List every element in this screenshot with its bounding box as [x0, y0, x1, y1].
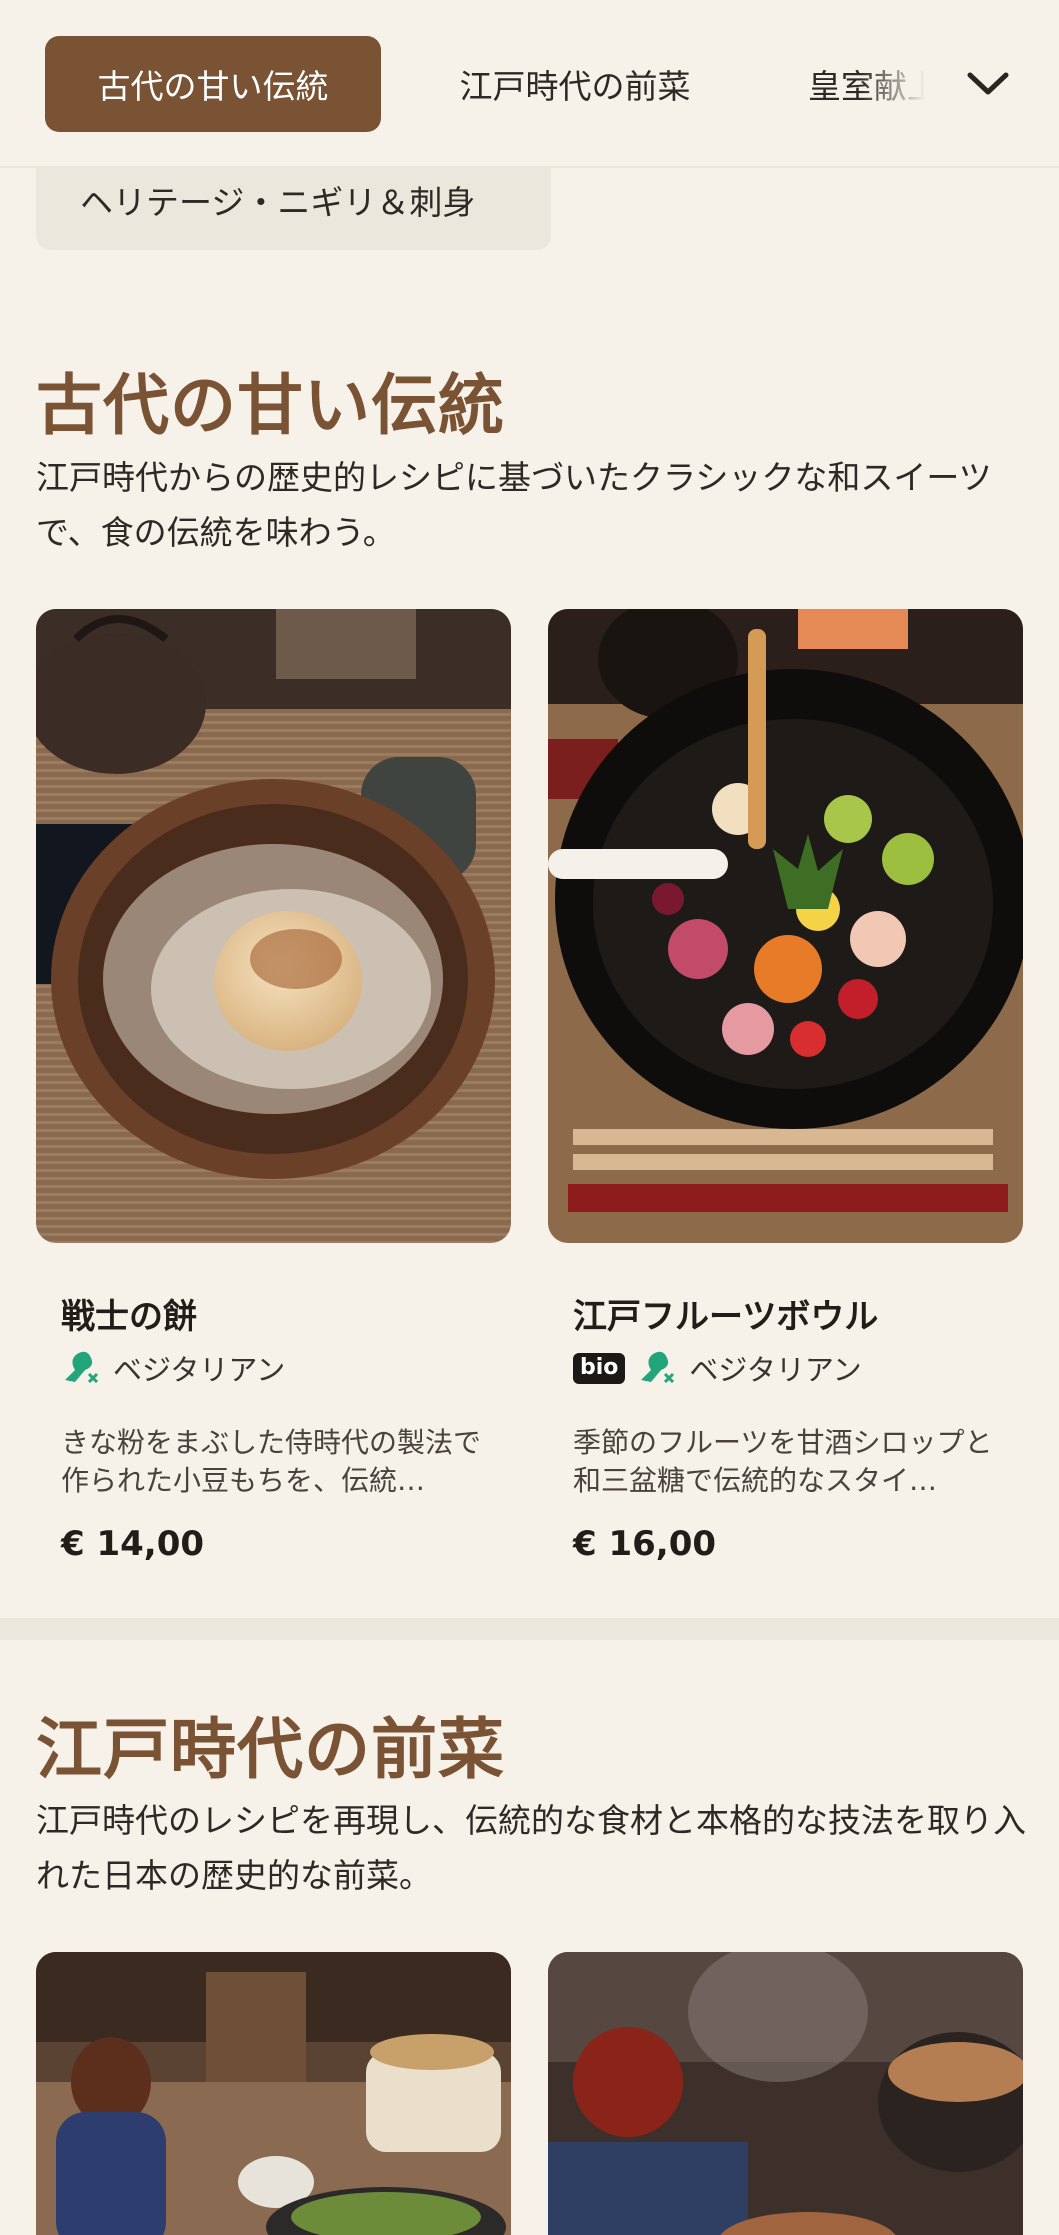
menu-item-card[interactable]: [36, 1952, 511, 2235]
dietary-tags: ベジタリアン: [61, 1347, 285, 1389]
chevron-down-icon[interactable]: [962, 60, 1014, 108]
dish-photo-warrior-mochi: [36, 609, 511, 1243]
category-nav: 古代の甘い伝統 江戸時代の前菜 皇室献上: [0, 0, 1059, 168]
dish-photo-appetizer: [36, 1952, 511, 2235]
tab-ancient-sweets[interactable]: 古代の甘い伝統: [45, 36, 381, 132]
vegetarian-leg-icon: [61, 1350, 101, 1386]
section-title-ancient-sweets: 古代の甘い伝統: [36, 367, 505, 444]
bio-badge: bio: [573, 1352, 626, 1384]
section-description: 江戸時代からの歴史的レシピに基づいたクラシックな和スイーツで、食の伝統を味わう。: [36, 458, 992, 552]
menu-item-card[interactable]: 戦士の餅 ベジタリアン きな粉をまぶした侍時代の製法で作られた小豆もちを、伝統……: [36, 609, 511, 1579]
vegetarian-leg-icon: [637, 1350, 677, 1386]
dish-name: 江戸フルーツボウル: [573, 1297, 879, 1337]
section-description: 江戸時代のレシピを再現し、伝統的な食材と本格的な技法を取り入れた日本の歴史的な前…: [36, 1801, 1026, 1895]
dish-photo-edo-fruit-bowl: [548, 609, 1023, 1243]
dish-price: € 14,00: [61, 1524, 205, 1564]
tab-fade-overlay: [860, 36, 970, 132]
dish-price: € 16,00: [573, 1524, 717, 1564]
dietary-tags: bio ベジタリアン: [573, 1347, 862, 1389]
section-title-edo-appetizers: 江戸時代の前菜: [36, 1711, 505, 1788]
diet-label: ベジタリアン: [689, 1353, 862, 1387]
diet-label: ベジタリアン: [113, 1353, 286, 1387]
dish-name: 戦士の餅: [61, 1297, 197, 1337]
menu-item-card[interactable]: [548, 1952, 1023, 2235]
section-divider: [0, 1618, 1059, 1640]
dish-description: 季節のフルーツを甘酒シロップと和三盆糖で伝統的なスタイ…: [573, 1426, 993, 1497]
menu-item-card[interactable]: 江戸フルーツボウル bio ベジタリアン 季節のフルーツを甘酒シロップと和三盆糖…: [548, 609, 1023, 1579]
dish-description: きな粉をまぶした侍時代の製法で作られた小豆もちを、伝統…: [61, 1426, 482, 1497]
tab-edo-appetizers[interactable]: 江戸時代の前菜: [420, 36, 730, 132]
dish-photo-appetizer: [548, 1952, 1023, 2235]
